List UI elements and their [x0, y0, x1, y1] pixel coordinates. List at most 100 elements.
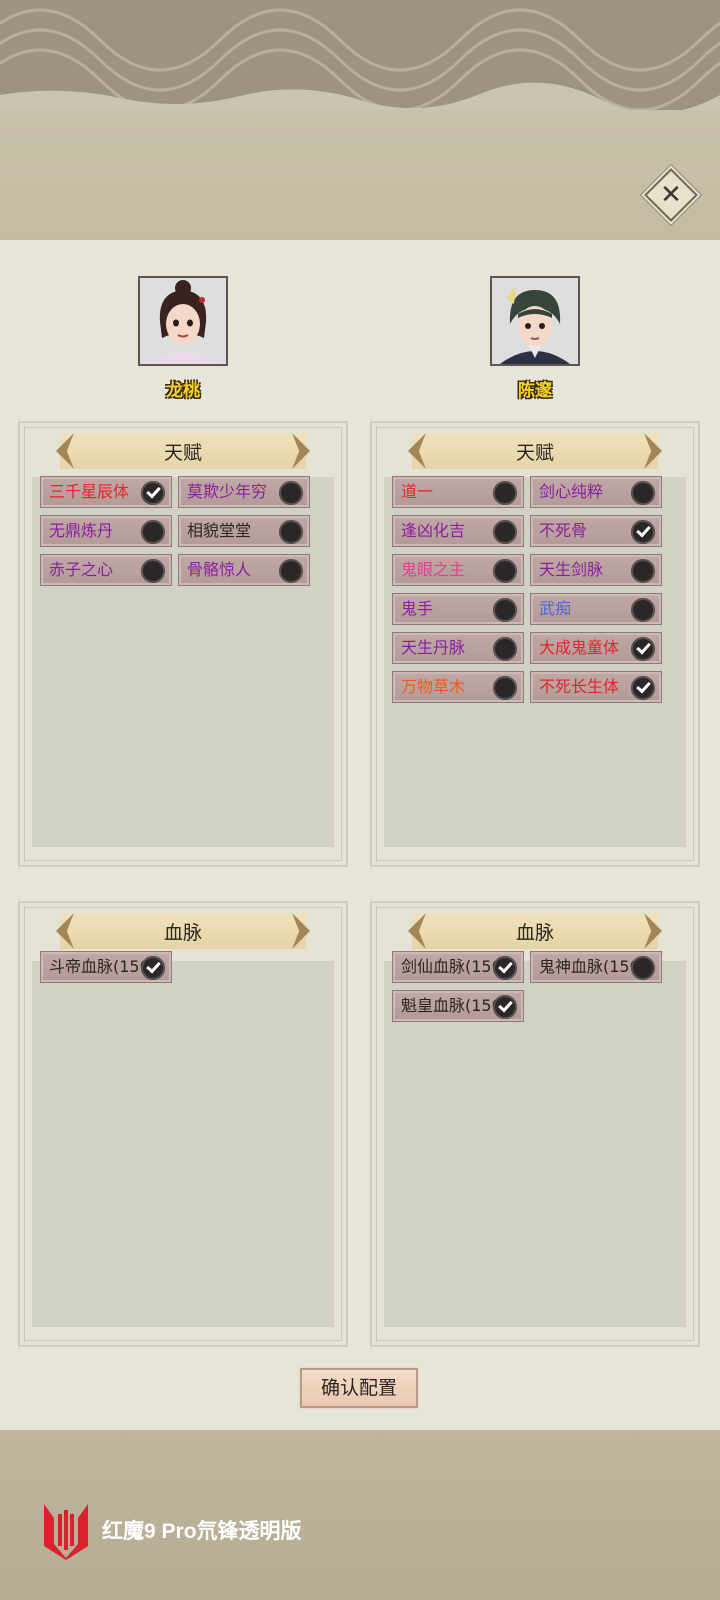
talent-label: 万物草木: [401, 677, 466, 696]
brand-text: 红魔9 Pro氘锋透明版: [102, 1520, 302, 1543]
unchecked-radio-icon[interactable]: [493, 520, 517, 544]
confirm-config-button[interactable]: 确认配置: [300, 1368, 418, 1408]
talent-chip[interactable]: 赤子之心: [40, 554, 172, 586]
prev-arrow-icon[interactable]: [408, 433, 426, 469]
talent-chip[interactable]: 三千星辰体: [40, 476, 172, 508]
next-arrow-icon[interactable]: [644, 913, 662, 949]
talent-chip[interactable]: 万物草木: [392, 671, 524, 703]
close-icon: ✕: [660, 180, 682, 210]
device-watermark: 红魔9 Pro氘锋透明版: [40, 1500, 302, 1560]
talent-chip[interactable]: 逢凶化吉: [392, 515, 524, 547]
bloodline-panel-chensui: 血脉 剑仙血脉(150) 鬼神血脉(150) 魁皇血脉(150): [370, 901, 700, 1347]
bloodline-label: 斗帝血脉(150): [49, 957, 157, 976]
bloodline-header-label: 血脉: [163, 921, 202, 944]
talent-chip[interactable]: 天生剑脉: [530, 554, 662, 586]
close-button[interactable]: ✕: [644, 168, 698, 222]
checked-icon[interactable]: [631, 637, 655, 661]
cloud-pattern-decoration: [0, 0, 720, 110]
unchecked-radio-icon[interactable]: [493, 676, 517, 700]
bloodline-header: 血脉: [56, 913, 310, 949]
character-avatar-chensui[interactable]: [490, 276, 580, 366]
bloodline-label: 剑仙血脉(150): [401, 957, 509, 976]
talent-chip[interactable]: 不死长生体: [530, 671, 662, 703]
checked-icon[interactable]: [493, 995, 517, 1019]
unchecked-radio-icon[interactable]: [279, 559, 303, 583]
unchecked-radio-icon[interactable]: [279, 481, 303, 505]
talent-header: 天赋: [56, 433, 310, 469]
bloodline-label: 鬼神血脉(150): [539, 957, 647, 976]
bloodline-chip[interactable]: 魁皇血脉(150): [392, 990, 524, 1022]
next-arrow-icon[interactable]: [292, 433, 310, 469]
checked-icon[interactable]: [141, 956, 165, 980]
talent-panel-longtao: 天赋 三千星辰体 莫欺少年穷无鼎炼丹 相貌堂堂赤子之心 骨骼惊人: [18, 421, 348, 867]
bloodline-chip[interactable]: 鬼神血脉(150): [530, 951, 662, 983]
talent-label: 不死骨: [539, 521, 588, 540]
talent-label: 武痴: [539, 599, 572, 618]
talent-chip[interactable]: 不死骨: [530, 515, 662, 547]
redmagic-logo-icon: [44, 1504, 88, 1560]
next-arrow-icon[interactable]: [644, 433, 662, 469]
talent-chip[interactable]: 天生丹脉: [392, 632, 524, 664]
bloodline-panel-longtao: 血脉 斗帝血脉(150): [18, 901, 348, 1347]
talent-label: 逢凶化吉: [401, 521, 466, 540]
unchecked-radio-icon[interactable]: [493, 559, 517, 583]
unchecked-radio-icon[interactable]: [141, 559, 165, 583]
talent-label: 剑心纯粹: [539, 482, 604, 501]
bloodline-header: 血脉: [408, 913, 662, 949]
unchecked-radio-icon[interactable]: [631, 481, 655, 505]
prev-arrow-icon[interactable]: [56, 433, 74, 469]
header-backdrop: ✕: [0, 0, 720, 240]
talent-chip[interactable]: 无鼎炼丹: [40, 515, 172, 547]
talent-label: 大成鬼童体: [539, 638, 620, 657]
talent-chip[interactable]: 道一: [392, 476, 524, 508]
character-name: 龙桃: [166, 381, 200, 401]
next-arrow-icon[interactable]: [292, 913, 310, 949]
talent-label: 莫欺少年穷: [187, 482, 268, 501]
talent-chip[interactable]: 大成鬼童体: [530, 632, 662, 664]
talent-label: 赤子之心: [49, 560, 114, 579]
bloodline-label: 魁皇血脉(150): [401, 996, 509, 1015]
bloodline-list: [32, 961, 334, 1327]
talent-chip[interactable]: 武痴: [530, 593, 662, 625]
bloodline-chip[interactable]: 剑仙血脉(150): [392, 951, 524, 983]
talent-chip[interactable]: 莫欺少年穷: [178, 476, 310, 508]
unchecked-radio-icon[interactable]: [279, 520, 303, 544]
prev-arrow-icon[interactable]: [56, 913, 74, 949]
unchecked-radio-icon[interactable]: [141, 520, 165, 544]
checked-icon[interactable]: [493, 956, 517, 980]
unchecked-radio-icon[interactable]: [493, 637, 517, 661]
talent-chip[interactable]: 骨骼惊人: [178, 554, 310, 586]
checked-icon[interactable]: [631, 520, 655, 544]
prev-arrow-icon[interactable]: [408, 913, 426, 949]
talent-header-label: 天赋: [163, 441, 202, 464]
talent-chip[interactable]: 相貌堂堂: [178, 515, 310, 547]
talent-label: 相貌堂堂: [187, 521, 252, 540]
bloodline-chip[interactable]: 斗帝血脉(150): [40, 951, 172, 983]
unchecked-radio-icon[interactable]: [631, 956, 655, 980]
talent-header: 天赋: [408, 433, 662, 469]
checked-icon[interactable]: [141, 481, 165, 505]
talent-chip[interactable]: 鬼手: [392, 593, 524, 625]
unchecked-radio-icon[interactable]: [493, 598, 517, 622]
bloodline-header-label: 血脉: [515, 921, 554, 944]
talent-label: 骨骼惊人: [187, 560, 252, 579]
talent-label: 不死长生体: [539, 677, 620, 696]
talent-label: 无鼎炼丹: [49, 521, 114, 540]
talent-label: 天生剑脉: [539, 560, 604, 579]
talent-label: 道一: [401, 482, 434, 501]
character-name: 陈邃: [518, 381, 552, 401]
talent-chip[interactable]: 鬼眼之主: [392, 554, 524, 586]
unchecked-radio-icon[interactable]: [631, 598, 655, 622]
portrait-image: [140, 278, 226, 364]
character-avatar-longtao[interactable]: [138, 276, 228, 366]
talent-label: 鬼手: [401, 599, 434, 618]
portrait-image: [492, 278, 578, 364]
talent-label: 天生丹脉: [401, 638, 466, 657]
talent-panel-chensui: 天赋 道一 剑心纯粹逢凶化吉 不死骨鬼眼之主 天生剑脉鬼手 武痴天生丹脉 大成鬼童体万物草…: [370, 421, 700, 867]
unchecked-radio-icon[interactable]: [631, 559, 655, 583]
unchecked-radio-icon[interactable]: [493, 481, 517, 505]
talent-label: 三千星辰体: [49, 482, 130, 501]
checked-icon[interactable]: [631, 676, 655, 700]
talent-label: 鬼眼之主: [401, 560, 466, 579]
talent-chip[interactable]: 剑心纯粹: [530, 476, 662, 508]
